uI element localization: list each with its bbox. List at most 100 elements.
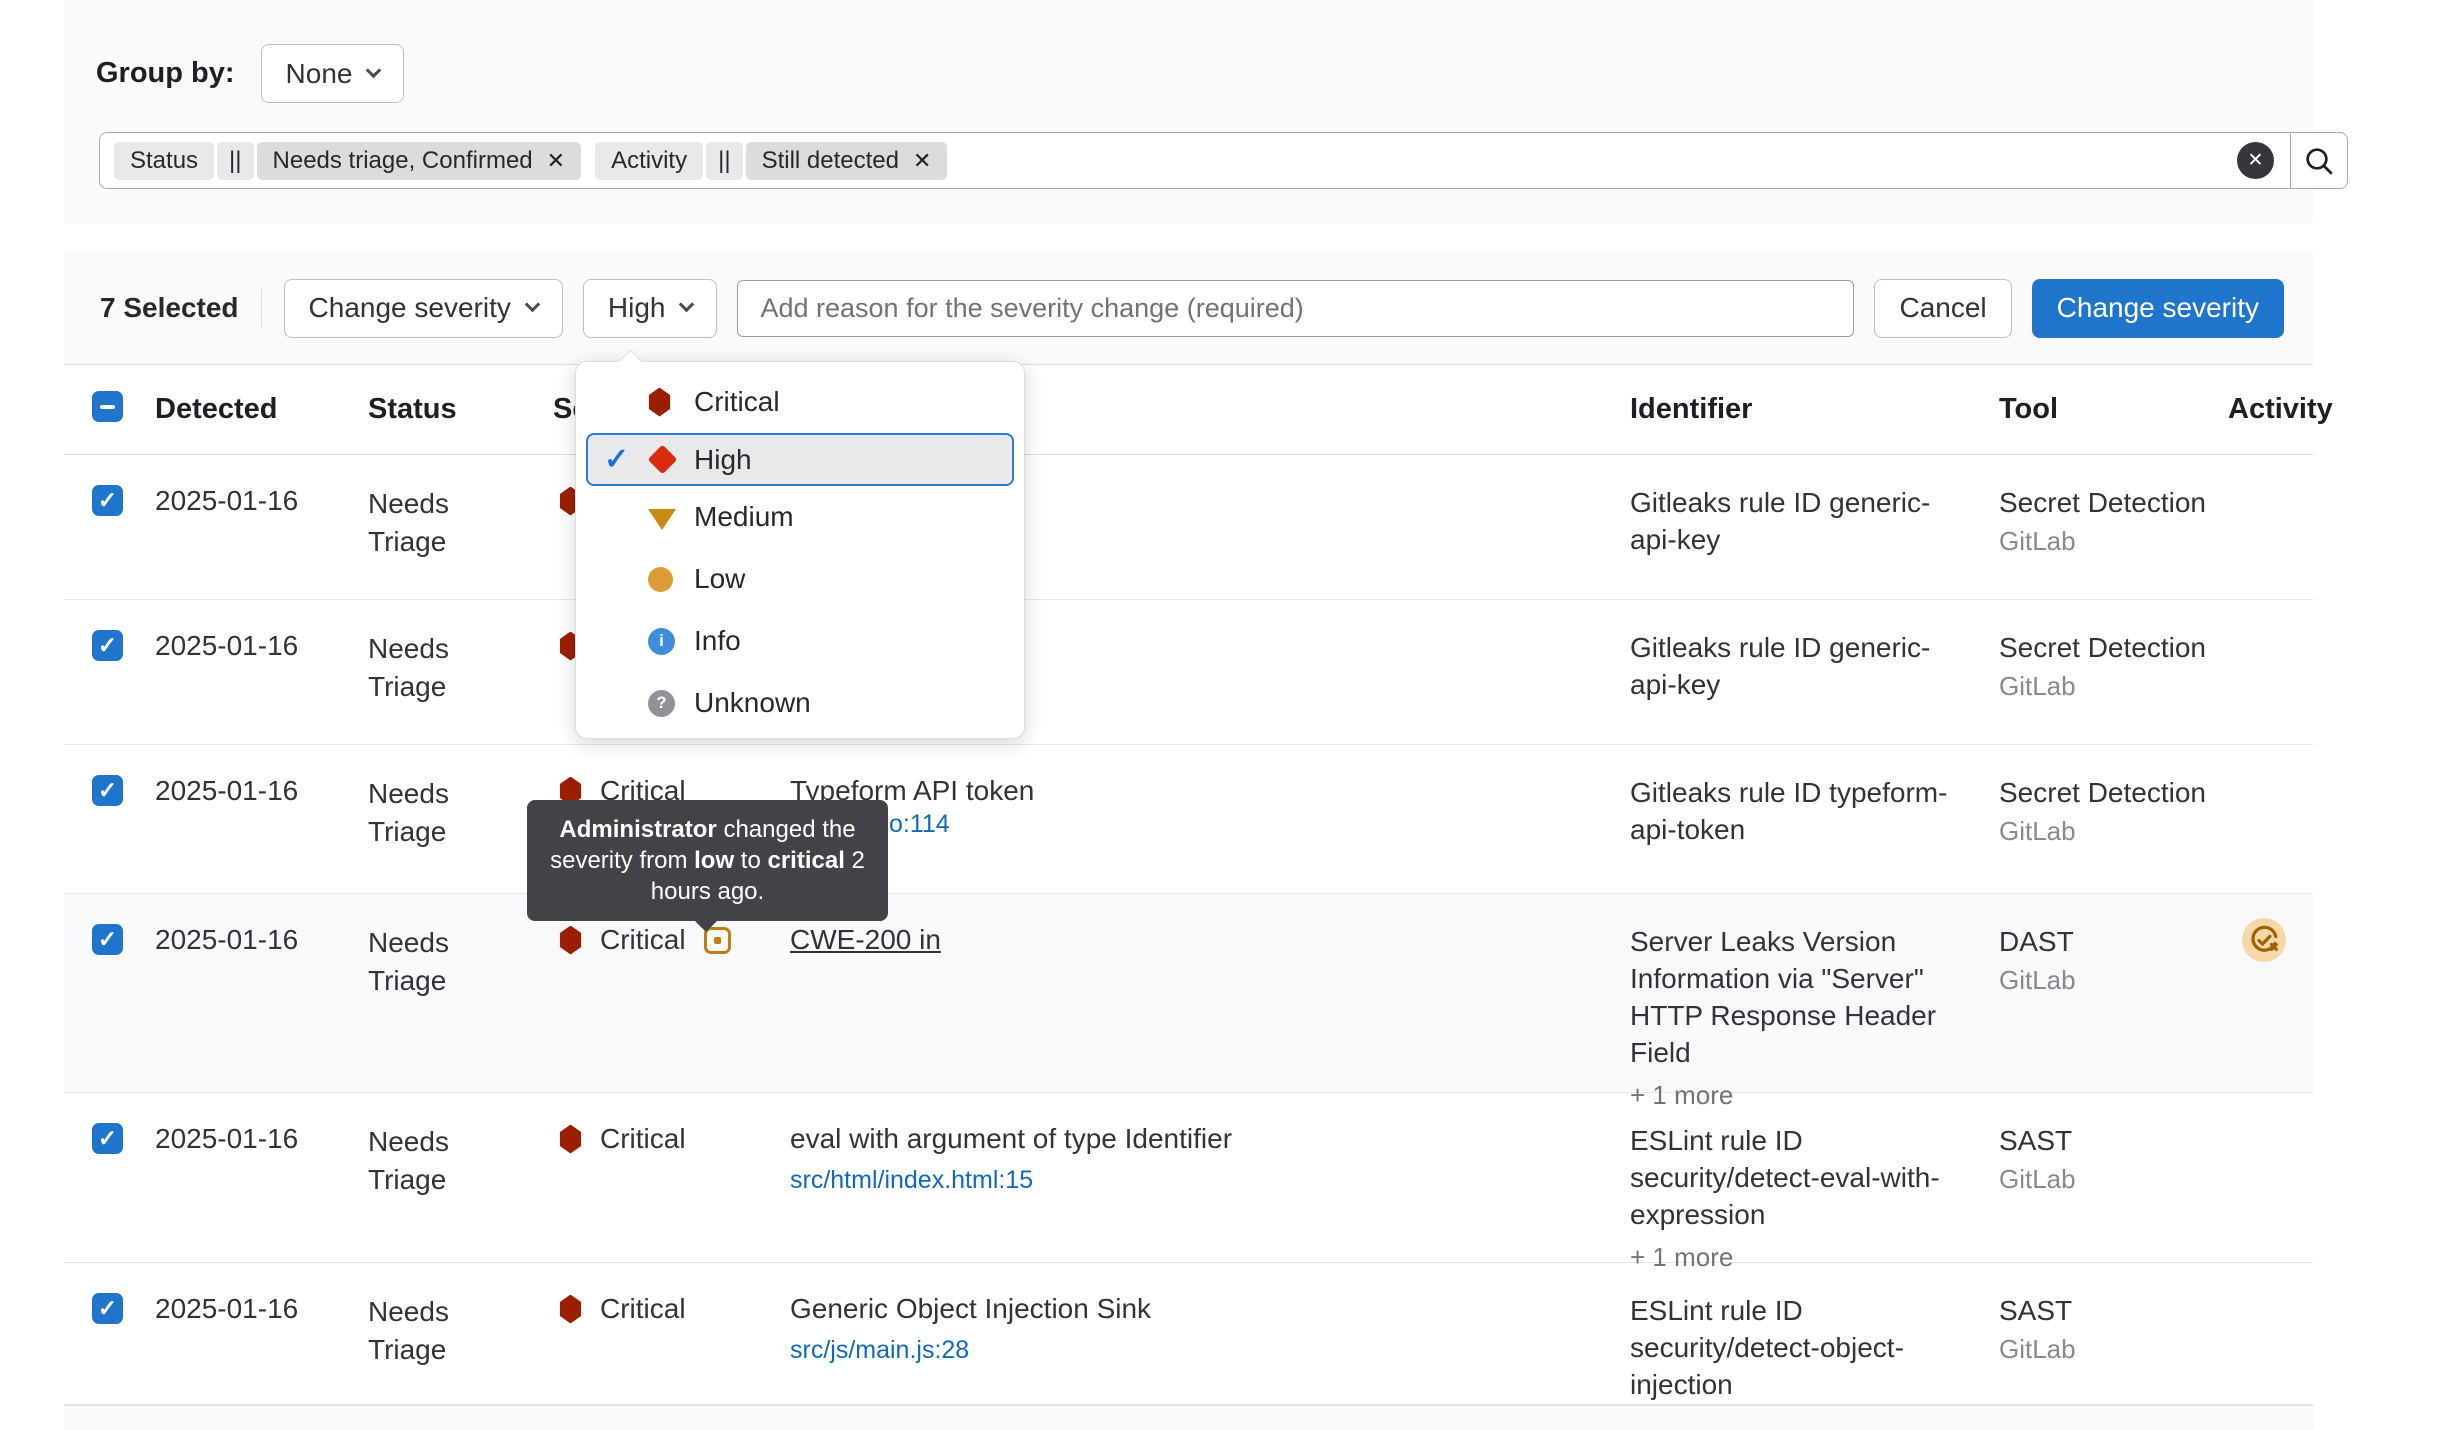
check-icon: ✓ [604,442,648,477]
severity-value-dropdown[interactable]: High [583,279,718,338]
location-link[interactable]: src/html/index.html:15 [790,1166,1033,1194]
change-severity-submit-button[interactable]: Change severity [2032,279,2284,338]
filtered-search-bar[interactable]: Status || Needs triage, Confirmed ✕ Acti… [99,132,2348,189]
row-checkbox[interactable]: ✓ [92,1123,123,1154]
severity-label: Critical [600,1123,686,1155]
table-footer-strip [64,1405,2313,1430]
severity-critical-icon [648,388,671,417]
severity-label: Critical [600,924,686,956]
identifier-label: Gitleaks rule ID typeform-api-token [1630,777,1947,845]
cancel-button[interactable]: Cancel [1874,279,2011,338]
severity-option-unknown[interactable]: ? Unknown [576,672,1024,734]
close-icon[interactable]: ✕ [913,150,931,172]
severity-option-low[interactable]: Low [576,548,1024,610]
clear-search-icon[interactable]: ✕ [2237,142,2274,179]
option-label: Unknown [694,687,811,719]
activity-cell [2228,894,2313,962]
severity-reason-input[interactable] [737,280,1854,337]
select-all-cell [64,365,155,422]
location-link[interactable]: o:114 [889,810,950,839]
option-label: Info [694,625,741,657]
severity-label: Critical [600,1293,686,1325]
check-icon: ✓ [98,1297,117,1320]
tool-cell: Secret Detection GitLab [1999,745,2228,848]
vulnerability-title[interactable]: Generic Object Injection Sink [790,1293,1630,1325]
row-checkbox[interactable]: ✓ [92,485,123,516]
close-icon[interactable]: ✕ [547,150,565,172]
severity-option-medium[interactable]: Medium [576,486,1024,548]
token-value[interactable]: Still detected ✕ [746,142,948,180]
tool-vendor: GitLab [1999,1332,2228,1366]
col-tool[interactable]: Tool [1999,365,2228,426]
change-severity-dropdown[interactable]: Change severity [284,279,563,338]
filters-section: Group by: None Status || Needs triage, C… [64,0,2313,223]
group-by-label: Group by: [96,57,235,90]
detected-date: 2025-01-16 [155,455,368,517]
still-detected-icon[interactable] [2242,918,2286,962]
row-checkbox[interactable]: ✓ [92,630,123,661]
table-row[interactable]: ✓ 2025-01-16 Needs Triage Critical eval … [64,1093,2313,1263]
severity-critical-icon [559,1295,582,1324]
activity-cell [2228,455,2313,485]
location-link[interactable]: src/js/main.js:28 [790,1336,969,1364]
table-row[interactable]: ✓ 2025-01-16 Needs Triage Critical Gener… [64,1263,2313,1405]
token-operator[interactable]: || [217,142,253,180]
tool-vendor: GitLab [1999,524,2228,558]
row-checkbox[interactable]: ✓ [92,775,123,806]
detected-date: 2025-01-16 [155,1093,368,1155]
tool-label: DAST [1999,924,2228,961]
severity-critical-icon [559,1125,582,1154]
tool-label: SAST [1999,1293,2228,1330]
change-severity-label: Change severity [309,292,511,324]
table-row[interactable]: ✓ 2025-01-16 Needs Triage Critical Typef… [64,745,2313,894]
identifier-label: ESLint rule ID security/detect-object-in… [1630,1295,1904,1400]
detected-check-icon [2248,924,2280,956]
table-header: Detected Status Severity Identifier Tool… [64,365,2313,455]
identifier-cell: Gitleaks rule ID generic-api-key [1630,455,1999,559]
status-label: Needs Triage [368,1263,498,1369]
vulnerability-report-page: Group by: None Status || Needs triage, C… [0,0,2442,1430]
divider [261,289,262,327]
severity-value-label: High [608,292,666,324]
severity-medium-icon [648,509,676,530]
vulnerability-title[interactable]: eval with argument of type Identifier [790,1123,1630,1155]
row-checkbox[interactable]: ✓ [92,924,123,955]
group-by-row: Group by: None [96,44,404,103]
search-button[interactable] [2290,133,2347,188]
identifier-cell: Gitleaks rule ID typeform-api-token [1630,745,1999,849]
tool-cell: Secret Detection GitLab [1999,600,2228,703]
tooltip-author: Administrator [559,816,716,843]
description-cell: eval with argument of type Identifier sr… [790,1093,1630,1195]
table-row[interactable]: ✓ 2025-01-16 Needs Triage Critical Gitle… [64,455,2313,600]
col-detected[interactable]: Detected [155,365,368,426]
tool-label: SAST [1999,1123,2228,1160]
col-status[interactable]: Status [368,365,553,426]
vulnerability-title[interactable]: Typeform API token [790,775,1630,807]
chevron-down-icon [525,297,541,313]
token-operator[interactable]: || [706,142,742,180]
severity-option-critical[interactable]: Critical [576,371,1024,433]
table-row[interactable]: ✓ 2025-01-16 Needs Triage Critical CWE-2… [64,894,2313,1093]
table-row[interactable]: ✓ 2025-01-16 Needs Triage Critical Gitle… [64,600,2313,745]
severity-option-info[interactable]: i Info [576,610,1024,672]
group-by-dropdown[interactable]: None [261,44,405,103]
token-name[interactable]: Activity [595,142,703,180]
tool-cell: Secret Detection GitLab [1999,455,2228,558]
severity-high-icon [648,445,678,475]
row-checkbox[interactable]: ✓ [92,1293,123,1324]
severity-low-icon [648,567,673,592]
col-activity[interactable]: Activity [2228,365,2313,426]
col-identifier[interactable]: Identifier [1630,365,1999,426]
selected-count: 7 Selected [100,292,239,324]
token-value[interactable]: Needs triage, Confirmed ✕ [257,142,582,180]
cancel-label: Cancel [1899,292,1986,324]
severity-option-high[interactable]: ✓ High [586,433,1014,486]
select-all-checkbox[interactable] [92,391,123,422]
tool-cell: DAST GitLab [1999,894,2228,997]
vulnerability-link[interactable]: CWE-200 in [790,924,941,955]
tool-label: Secret Detection [1999,630,2228,667]
check-icon: ✓ [98,634,117,657]
token-name[interactable]: Status [114,142,214,180]
tool-vendor: GitLab [1999,814,2228,848]
vulnerability-table: ✓ 2025-01-16 Needs Triage Critical Gitle… [64,455,2313,1405]
